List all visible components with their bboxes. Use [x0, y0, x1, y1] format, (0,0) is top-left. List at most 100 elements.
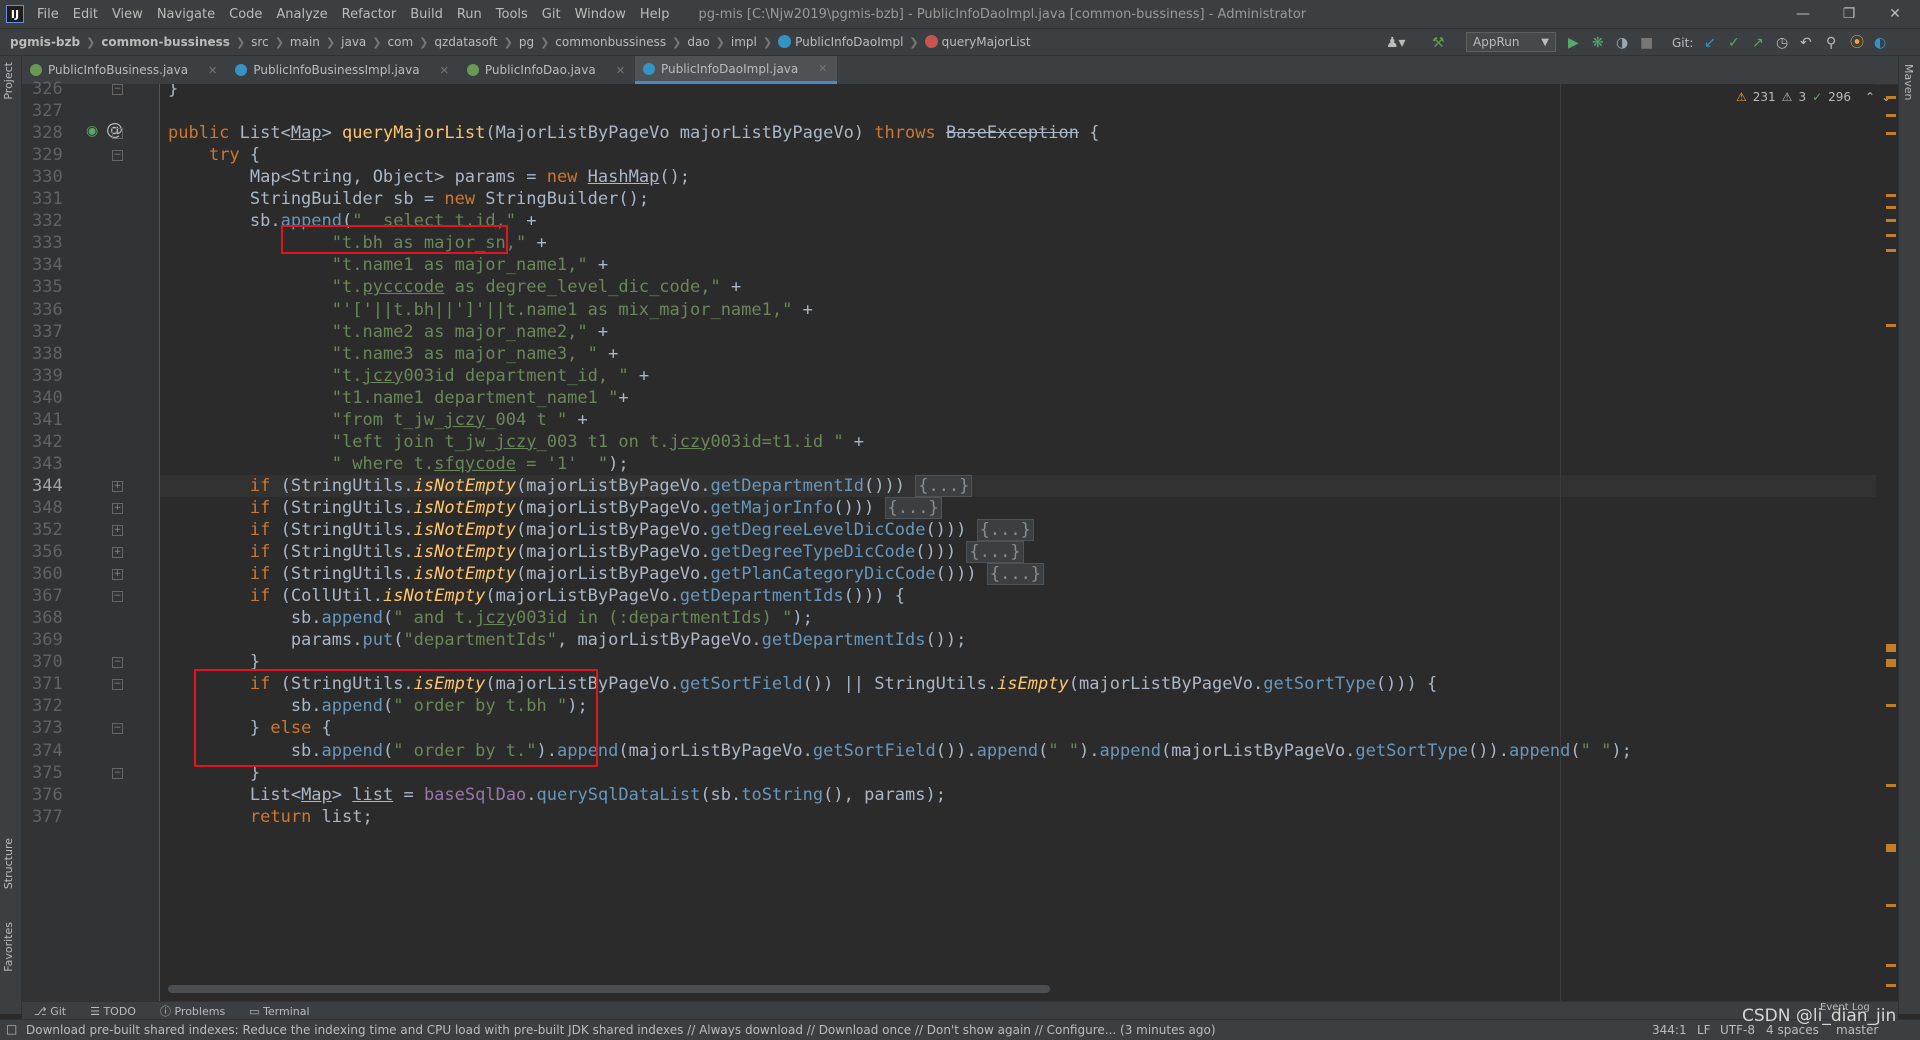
menu-item-file[interactable]: File: [30, 7, 66, 22]
breadcrumb-item[interactable]: java: [337, 35, 370, 49]
menu-item-tools[interactable]: Tools: [489, 7, 535, 22]
error-stripe-mark: [1886, 844, 1896, 852]
coverage-icon[interactable]: ◑: [1616, 35, 1628, 51]
structure-tool-tab[interactable]: Structure: [2, 838, 15, 889]
tab-publicinfodaoimpl[interactable]: PublicInfoDaoImpl.java ✕: [634, 56, 838, 84]
tab-publicinfobusinessimpl[interactable]: PublicInfoBusinessImpl.java ✕: [227, 56, 459, 84]
user-icon[interactable]: ♟▾: [1386, 35, 1406, 51]
minimize-icon[interactable]: —: [1780, 0, 1826, 28]
tool-tab-todo[interactable]: ☰ TODO: [78, 1005, 148, 1018]
breadcrumb-item[interactable]: pg: [515, 35, 538, 49]
fold-toggle-icon[interactable]: −: [112, 128, 123, 140]
breadcrumb-item[interactable]: commonbussiness: [551, 35, 670, 49]
line-separator[interactable]: LF: [1697, 1023, 1711, 1037]
build-hammer-icon[interactable]: ⚒: [1432, 35, 1445, 51]
breadcrumb-item[interactable]: PublicInfoDaoImpl: [774, 35, 907, 49]
menu-item-view[interactable]: View: [105, 7, 150, 22]
status-toggle-icon[interactable]: □: [6, 1022, 17, 1036]
maven-tool-tab[interactable]: Maven: [1902, 64, 1915, 100]
line-number: 335: [32, 277, 63, 298]
horizontal-scrollbar[interactable]: [168, 985, 1050, 993]
search-icon[interactable]: ⚲: [1826, 35, 1836, 51]
fold-toggle-icon[interactable]: −: [112, 723, 123, 735]
code-editor[interactable]: } public List<Map> queryMajorList(MajorLi…: [160, 84, 1876, 1001]
run-icon[interactable]: ▶: [1568, 35, 1579, 51]
breadcrumb-item[interactable]: common-bussiness: [97, 35, 234, 49]
fold-toggle-icon[interactable]: +: [112, 480, 123, 492]
menu-item-analyze[interactable]: Analyze: [269, 7, 334, 22]
status-message[interactable]: Download pre-built shared indexes: Reduc…: [26, 1023, 1216, 1037]
git-push-icon[interactable]: ↗: [1752, 35, 1764, 51]
tab-close-icon[interactable]: ✕: [208, 64, 217, 77]
breadcrumb-item[interactable]: queryMajorList: [921, 35, 1035, 49]
weak-warning-icon: ⚠: [1781, 90, 1793, 104]
fold-toggle-icon[interactable]: +: [112, 569, 123, 581]
breadcrumb-item[interactable]: pgmis-bzb: [6, 35, 84, 49]
error-stripe-mark: [1886, 659, 1896, 667]
breadcrumb-item[interactable]: com: [384, 35, 418, 49]
rollback-icon[interactable]: ↶: [1800, 35, 1812, 51]
run-configuration-select[interactable]: AppRun ▼: [1466, 32, 1556, 52]
history-icon[interactable]: ◷: [1776, 35, 1788, 51]
menu-item-run[interactable]: Run: [450, 7, 489, 22]
implements-marker-icon[interactable]: ◉: [86, 123, 98, 139]
code-line: sb.append(" and t.jczy003id in (:departm…: [168, 608, 813, 629]
window-title: pg-mis [C:\Njw2019\pgmis-bzb] - PublicIn…: [698, 6, 1307, 22]
tool-tab-terminal[interactable]: ▭ Terminal: [237, 1005, 321, 1018]
code-line: params.put("departmentIds", majorListByP…: [168, 630, 967, 651]
debug-icon[interactable]: ❋: [1592, 35, 1604, 51]
code-line: if (StringUtils.isNotEmpty(majorListByPa…: [168, 519, 1034, 541]
error-stripe-mark: [1886, 984, 1896, 987]
caret-position[interactable]: 344:1: [1652, 1023, 1687, 1037]
tab-close-icon[interactable]: ✕: [616, 64, 625, 77]
error-stripe-mark: [1886, 219, 1896, 222]
breadcrumb-item[interactable]: impl: [727, 35, 761, 49]
error-stripe-mark: [1886, 644, 1896, 652]
fold-toggle-icon[interactable]: −: [112, 679, 123, 691]
breadcrumb-item[interactable]: qzdatasoft: [430, 35, 501, 49]
error-stripe-mark: [1886, 96, 1896, 99]
tool-tab-git[interactable]: ⎇ Git: [22, 1005, 78, 1018]
fold-toggle-icon[interactable]: +: [112, 525, 123, 536]
fold-toggle-icon[interactable]: +: [112, 547, 123, 559]
favorites-tool-tab[interactable]: Favorites: [2, 922, 15, 972]
breadcrumb-item[interactable]: src: [247, 35, 273, 49]
ok-count: 296: [1828, 90, 1852, 104]
fold-toggle-icon[interactable]: −: [112, 657, 123, 669]
menu-item-edit[interactable]: Edit: [66, 7, 105, 22]
fold-toggle-icon[interactable]: −: [112, 591, 123, 603]
tab-close-icon[interactable]: ✕: [818, 62, 827, 75]
project-tool-tab[interactable]: Project: [2, 62, 15, 100]
tool-tab-problems[interactable]: ⓘ Problems: [148, 1003, 237, 1019]
menu-item-navigate[interactable]: Navigate: [150, 7, 222, 22]
tab-publicinfodao[interactable]: PublicInfoDao.java ✕: [459, 56, 635, 84]
menu-item-help[interactable]: Help: [633, 7, 677, 22]
git-update-icon[interactable]: ↙: [1704, 35, 1716, 51]
update-icon[interactable]: ⦿: [1850, 35, 1864, 51]
code-line: return list;: [249, 806, 373, 827]
menu-item-git[interactable]: Git: [535, 7, 568, 22]
previous-highlight-icon[interactable]: ⌃: [1865, 90, 1875, 104]
fold-toggle-icon[interactable]: +: [112, 502, 123, 514]
menu-item-build[interactable]: Build: [403, 7, 450, 22]
fold-toggle-icon[interactable]: −: [112, 84, 123, 95]
status-bar: □ Download pre-built shared indexes: Red…: [0, 1019, 1920, 1040]
error-stripe-mark: [1886, 132, 1896, 135]
menu-item-code[interactable]: Code: [222, 7, 269, 22]
error-stripe[interactable]: [1884, 84, 1898, 1001]
fold-toggle-icon[interactable]: −: [112, 150, 123, 162]
menu-item-refactor[interactable]: Refactor: [335, 7, 404, 22]
breadcrumb-item[interactable]: main: [286, 35, 324, 49]
inspection-widget[interactable]: ⚠231 ⚠3 ✓296 ⌃ ⌄: [1736, 90, 1891, 104]
git-commit-icon[interactable]: ✓: [1728, 35, 1740, 51]
code-line: StringBuilder sb = new StringBuilder();: [168, 189, 650, 210]
breadcrumb-item[interactable]: dao: [683, 35, 713, 49]
plugin-icon[interactable]: ◐: [1874, 35, 1886, 51]
tool-tab-label: Git: [50, 1004, 67, 1018]
fold-toggle-icon[interactable]: −: [112, 767, 123, 779]
tab-close-icon[interactable]: ✕: [440, 64, 449, 77]
menu-item-window[interactable]: Window: [568, 7, 633, 22]
stop-icon[interactable]: ■: [1640, 35, 1653, 51]
restore-icon[interactable]: ❐: [1826, 0, 1872, 28]
close-window-icon[interactable]: ✕: [1872, 0, 1918, 28]
